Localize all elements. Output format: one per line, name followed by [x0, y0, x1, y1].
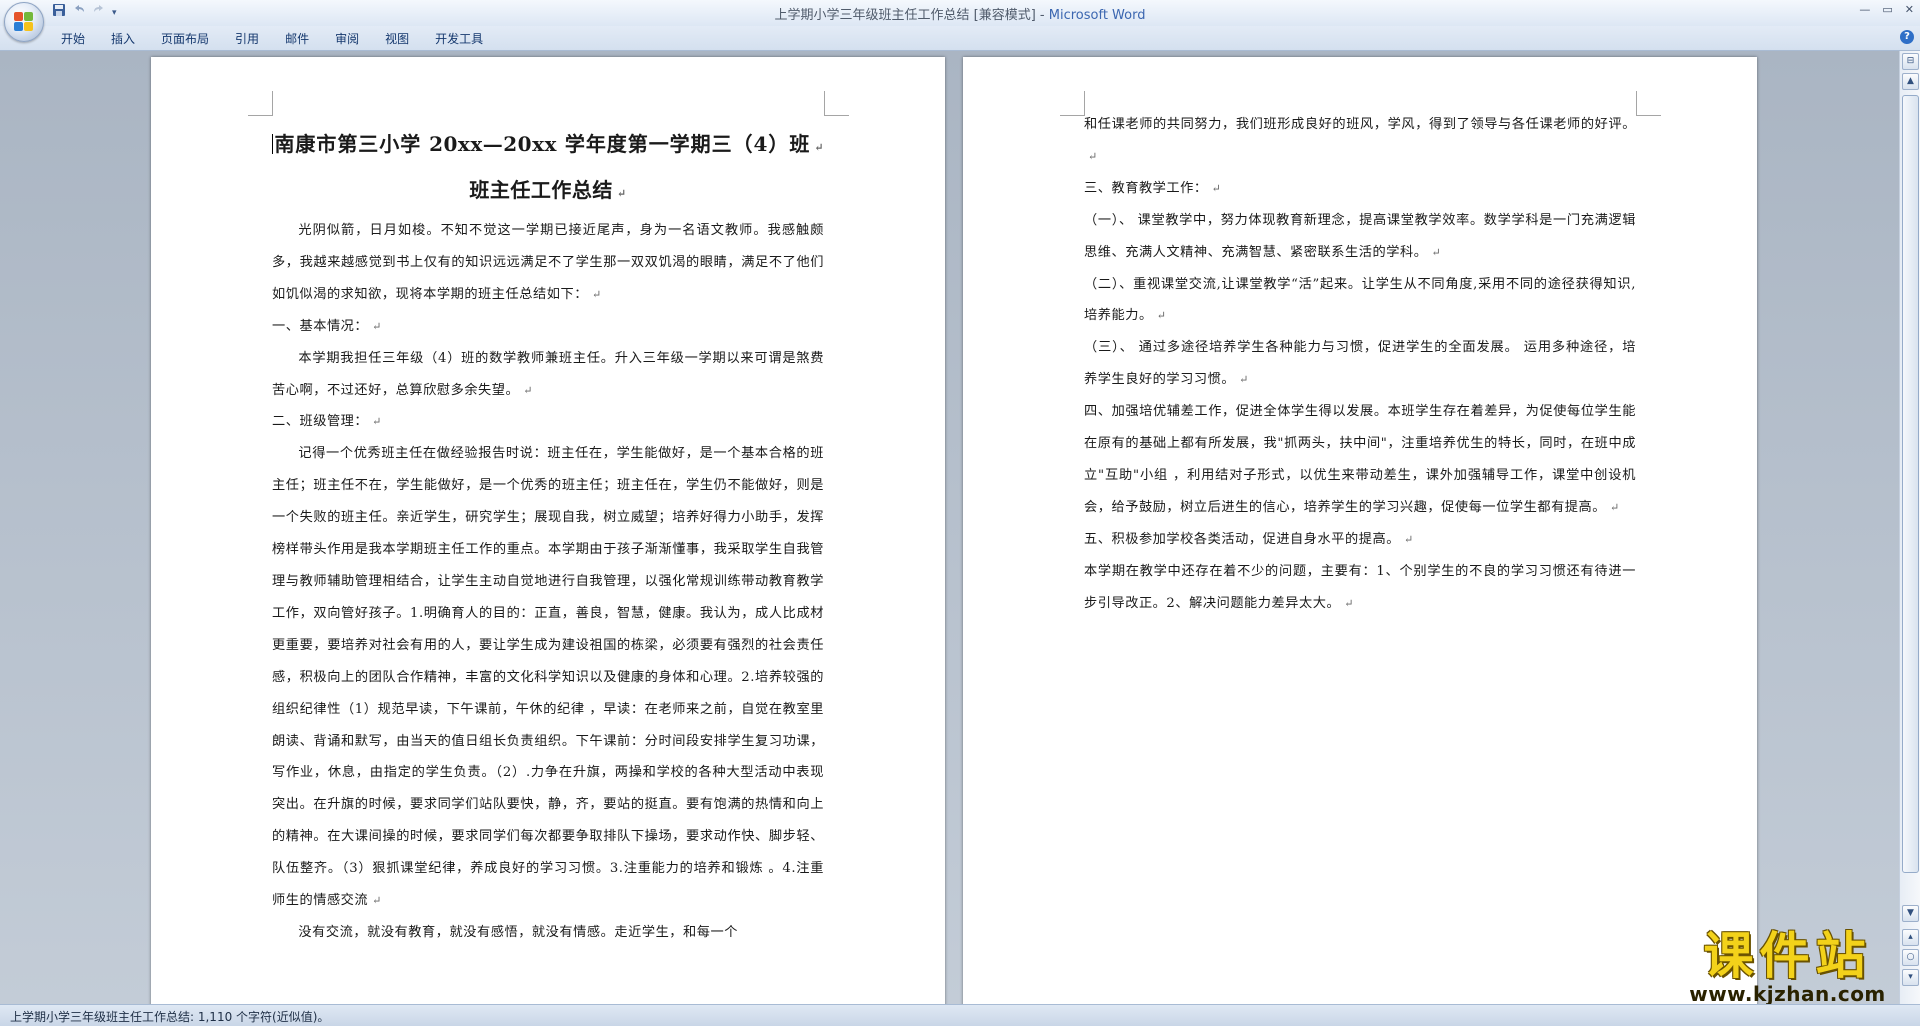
tab-home[interactable]: 开始	[48, 29, 98, 49]
section-heading: 一、基本情况： ↵	[272, 318, 382, 334]
scroll-up-icon[interactable]: ▲	[1902, 73, 1919, 90]
document-title-line-1: 南康市第三小学 20xx—20xx 学年度第一学期三（4）班 ↵	[272, 132, 824, 156]
minimize-icon[interactable]: —	[1859, 3, 1870, 16]
crop-mark	[1636, 91, 1661, 116]
page-1-text[interactable]: 南康市第三小学 20xx—20xx 学年度第一学期三（4）班 ↵ 班主任工作总结 ↵…	[272, 123, 824, 949]
section-heading: 二、班级管理： ↵	[272, 414, 382, 430]
vertical-scrollbar[interactable]: ⊟ ▲ ▼ ▴ ○ ▾	[1899, 51, 1920, 1004]
help-icon[interactable]: ?	[1900, 30, 1914, 44]
window-controls: — ▭ ✕	[1859, 3, 1914, 16]
paragraph: 记得一个优秀班主任在做经验报告时说：班主任在，学生能做好，是一个基本合格的班主任…	[272, 446, 824, 909]
office-button[interactable]	[4, 2, 44, 42]
watermark-logo: 课件站	[1703, 927, 1872, 985]
section-heading: 三、教育教学工作： ↵	[1084, 180, 1222, 196]
scroll-thumb[interactable]	[1902, 95, 1919, 873]
paragraph: 光阴似箭，日月如梭。不知不觉这一学期已接近尾声，身为一名语文教师。我感触颇多，我…	[272, 223, 824, 302]
paragraph: （三）、 通过多途径培养学生各种能力与习惯，促进学生的全面发展。 运用多种途径，…	[1084, 340, 1636, 388]
document-workspace[interactable]: 南康市第三小学 20xx—20xx 学年度第一学期三（4）班 ↵ 班主任工作总结 ↵…	[0, 51, 1900, 1004]
close-icon[interactable]: ✕	[1905, 3, 1914, 16]
paragraph: （二）、重视课堂交流,让课堂教学“活”起来。让学生从不同角度,采用不同的途径获得…	[1084, 276, 1636, 324]
tab-insert[interactable]: 插入	[98, 29, 148, 49]
tab-view[interactable]: 视图	[372, 29, 422, 49]
paragraph: （一）、 课堂教学中，努力体现教育新理念，提高课堂教学效率。数学学科是一门充满逻…	[1084, 212, 1636, 260]
paragraph: 本学期我担任三年级（4）班的数学教师兼班主任。升入三年级一学期以来可谓是煞费苦心…	[272, 350, 824, 398]
window-title: 上学期小学三年级班主任工作总结 [兼容模式] - Microsoft Word	[0, 4, 1920, 23]
tab-page-layout[interactable]: 页面布局	[148, 29, 222, 49]
previous-page-icon[interactable]: ▴	[1902, 929, 1919, 946]
document-title-line-2: 班主任工作总结 ↵	[469, 178, 627, 202]
next-page-icon[interactable]: ▾	[1902, 969, 1919, 986]
select-browse-object-icon[interactable]: ○	[1902, 949, 1919, 966]
tab-review[interactable]: 审阅	[322, 29, 372, 49]
tab-references[interactable]: 引用	[222, 29, 272, 49]
office-logo-icon	[14, 12, 34, 32]
paragraph: 四、加强培优辅差工作，促进全体学生得以发展。本班学生存在着差异，为促使每位学生能…	[1084, 404, 1636, 515]
tab-developer[interactable]: 开发工具	[422, 29, 496, 49]
watermark-url: www.kjzhan.com	[1689, 982, 1886, 1006]
tab-mailings[interactable]: 邮件	[272, 29, 322, 49]
paragraph: 和任课老师的共同努力，我们班形成良好的班风，学风，得到了领导与各任课老师的好评。…	[1084, 117, 1636, 163]
ribbon: 开始 插入 页面布局 引用 邮件 审阅 视图 开发工具 ?	[0, 26, 1920, 51]
crop-mark	[1060, 91, 1085, 116]
crop-mark	[248, 91, 273, 116]
ribbon-tabs: 开始 插入 页面布局 引用 邮件 审阅 视图 开发工具	[48, 29, 496, 49]
document-title: 上学期小学三年级班主任工作总结 [兼容模式] -	[774, 8, 1049, 23]
text-cursor	[272, 134, 273, 154]
word-count-status[interactable]: 上学期小学三年级班主任工作总结: 1,110 个字符(近似值)。	[10, 1008, 329, 1025]
scroll-down-icon[interactable]: ▼	[1902, 905, 1919, 922]
status-bar: 上学期小学三年级班主任工作总结: 1,110 个字符(近似值)。	[0, 1004, 1920, 1026]
title-bar: ▾ 上学期小学三年级班主任工作总结 [兼容模式] - Microsoft Wor…	[0, 0, 1920, 42]
site-watermark: 课件站 www.kjzhan.com	[1675, 928, 1900, 1008]
section-heading: 五、积极参加学校各类活动，促进自身水平的提高。 ↵	[1084, 531, 1414, 547]
crop-mark	[824, 91, 849, 116]
document-page-1[interactable]: 南康市第三小学 20xx—20xx 学年度第一学期三（4）班 ↵ 班主任工作总结 ↵…	[151, 57, 945, 1004]
maximize-icon[interactable]: ▭	[1882, 3, 1892, 16]
ruler-toggle-icon[interactable]: ⊟	[1902, 53, 1919, 70]
paragraph: 没有交流，就没有教育，就没有感悟，就没有情感。走近学生，和每一个	[298, 924, 738, 940]
paragraph: 本学期在教学中还存在着不少的问题，主要有：1、个别学生的不良的学习习惯还有待进一…	[1084, 563, 1636, 611]
document-page-2[interactable]: 和任课老师的共同努力，我们班形成良好的班风，学风，得到了领导与各任课老师的好评。…	[963, 57, 1757, 1004]
app-name: Microsoft Word	[1048, 8, 1146, 23]
page-2-text[interactable]: 和任课老师的共同努力，我们班形成良好的班风，学风，得到了领导与各任课老师的好评。…	[1084, 109, 1636, 620]
